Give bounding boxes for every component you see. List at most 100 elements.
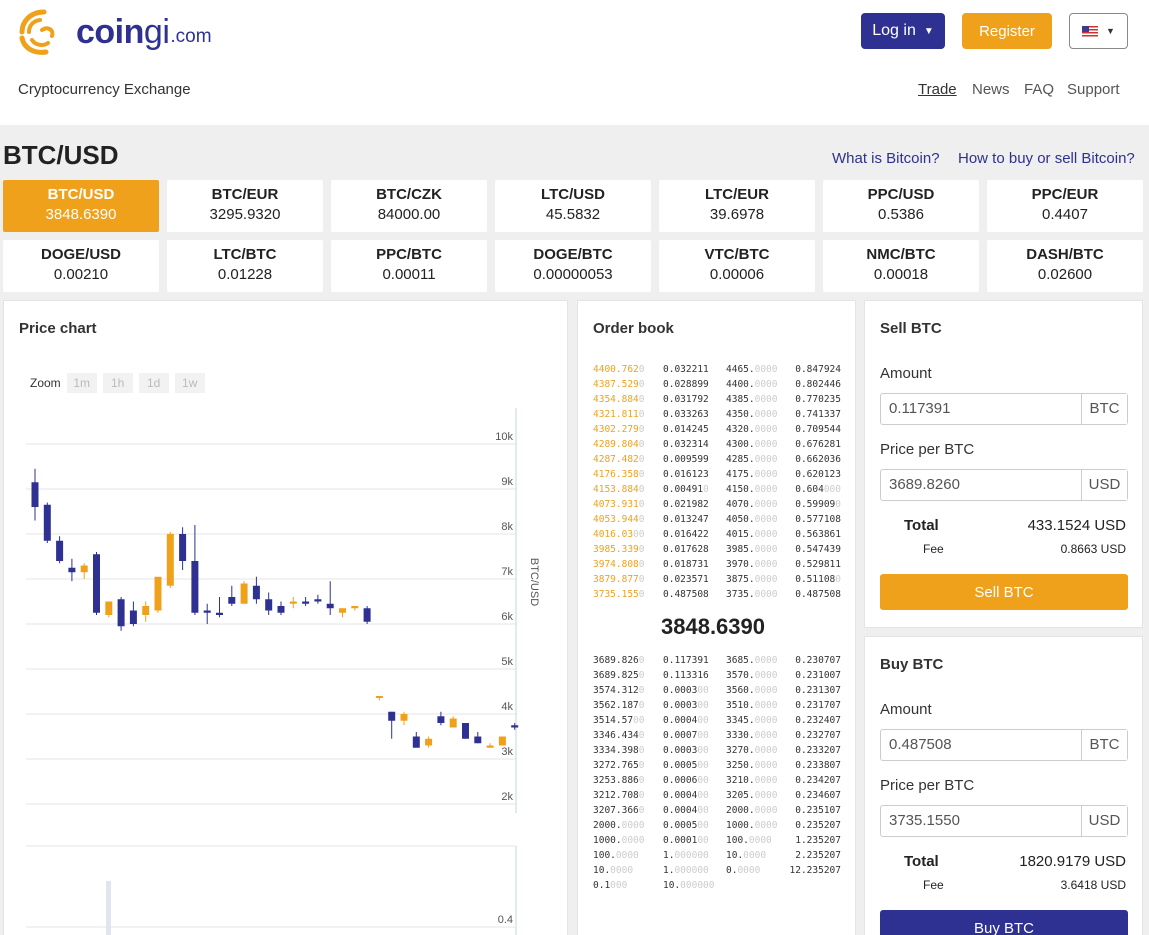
sell-price-unit: USD bbox=[1081, 470, 1127, 500]
buy-btc-button[interactable]: Buy BTC bbox=[880, 910, 1128, 935]
market-tile-price: 0.00006 bbox=[709, 266, 765, 283]
order-book-cell: 0.802446 bbox=[795, 379, 841, 390]
buy-price-input[interactable]: 3735.1550 USD bbox=[880, 805, 1128, 837]
order-book-cell: 1.000000 bbox=[663, 850, 709, 861]
register-button[interactable]: Register bbox=[962, 13, 1052, 49]
sell-price-input[interactable]: 3689.8260 USD bbox=[880, 469, 1128, 501]
order-book-cell: 2000.0000 bbox=[593, 820, 645, 831]
order-book-cell: 0.017628 bbox=[663, 544, 709, 555]
sell-btc-button[interactable]: Sell BTC bbox=[880, 574, 1128, 610]
volume-bar bbox=[106, 881, 111, 935]
market-tile[interactable]: BTC/CZK 84000.00 bbox=[331, 180, 487, 232]
order-book-cell: 0.000700 bbox=[663, 730, 709, 741]
market-tile[interactable]: PPC/EUR 0.4407 bbox=[987, 180, 1143, 232]
candle-body bbox=[412, 736, 420, 748]
sell-price-value[interactable]: 3689.8260 bbox=[881, 470, 1081, 500]
order-book-cell: 0.000400 bbox=[663, 790, 709, 801]
market-tile-pair: PPC/USD bbox=[867, 186, 935, 203]
nav-news[interactable]: News bbox=[972, 81, 1010, 98]
caret-down-icon: ▼ bbox=[1106, 26, 1115, 36]
buy-amount-value[interactable]: 0.487508 bbox=[881, 730, 1081, 760]
order-book-cell: 0.233807 bbox=[795, 760, 841, 771]
order-book-cell: 4387.5290 bbox=[593, 379, 645, 390]
order-book-cell: 0.529811 bbox=[795, 559, 841, 570]
buy-title: Buy BTC bbox=[880, 656, 944, 673]
nav-trade[interactable]: Trade bbox=[918, 81, 957, 98]
sell-fee-value: 0.8663 USD bbox=[1060, 542, 1126, 556]
buy-price-label: Price per BTC bbox=[880, 777, 975, 794]
buy-amount-input[interactable]: 0.487508 BTC bbox=[880, 729, 1128, 761]
y-tick-label: 9k bbox=[501, 476, 513, 488]
candle-body bbox=[93, 554, 100, 613]
candle-body bbox=[425, 738, 433, 746]
order-book-cell: 4073.9310 bbox=[593, 499, 645, 510]
candle-body bbox=[80, 565, 88, 573]
order-book-cell: 0.770235 bbox=[795, 394, 841, 405]
sell-amount-value[interactable]: 0.117391 bbox=[881, 394, 1081, 424]
login-label: Log in bbox=[872, 22, 916, 39]
market-tile[interactable]: BTC/USD 3848.6390 bbox=[3, 180, 159, 232]
order-book-cell: 0.235107 bbox=[795, 805, 841, 816]
logo-wordmark: coingi bbox=[76, 12, 170, 51]
market-tile[interactable]: BTC/EUR 3295.9320 bbox=[167, 180, 323, 232]
candle-body bbox=[437, 716, 445, 723]
order-book-cell: 0.0000 bbox=[726, 865, 761, 876]
order-book-cell: 4070.0000 bbox=[726, 499, 778, 510]
candlestick-chart[interactable]: 10k 9k 8k 7k 6k 5k 4k 3k 2k BTC/USD 0.4 bbox=[4, 301, 569, 935]
market-tile[interactable]: PPC/BTC 0.00011 bbox=[331, 240, 487, 292]
order-book-cell: 0.577108 bbox=[795, 514, 841, 525]
candle-body bbox=[474, 736, 482, 744]
market-tile[interactable]: NMC/BTC 0.00018 bbox=[823, 240, 979, 292]
order-book-cell: 0.014245 bbox=[663, 424, 709, 435]
market-tile-price: 0.5386 bbox=[878, 206, 924, 223]
order-book-cell: 0.004910 bbox=[663, 484, 709, 495]
order-book-cell: 2000.0000 bbox=[726, 805, 778, 816]
market-tile[interactable]: VTC/BTC 0.00006 bbox=[659, 240, 815, 292]
order-book-cell: 0.487508 bbox=[795, 589, 841, 600]
market-tile[interactable]: PPC/USD 0.5386 bbox=[823, 180, 979, 232]
y-tick-label: 2k bbox=[501, 791, 513, 803]
order-book-cell: 4321.8110 bbox=[593, 409, 645, 420]
order-book-cell: 0.016422 bbox=[663, 529, 709, 540]
sell-amount-label: Amount bbox=[880, 365, 932, 382]
logo-swirl-icon bbox=[18, 8, 68, 56]
what-is-bitcoin-link[interactable]: What is Bitcoin? bbox=[832, 150, 940, 167]
order-book-cell: 3253.8860 bbox=[593, 775, 645, 786]
buy-price-value[interactable]: 3735.1550 bbox=[881, 806, 1081, 836]
market-tile[interactable]: LTC/USD 45.5832 bbox=[495, 180, 651, 232]
candle-body bbox=[289, 601, 297, 604]
order-book-cell: 3205.0000 bbox=[726, 790, 778, 801]
login-button[interactable]: Log in ▼ bbox=[861, 13, 945, 49]
nav-support[interactable]: Support bbox=[1067, 81, 1120, 98]
order-book-cell: 2.235207 bbox=[795, 850, 841, 861]
market-tile[interactable]: LTC/BTC 0.01228 bbox=[167, 240, 323, 292]
order-book-cell: 3875.0000 bbox=[726, 574, 778, 585]
market-tile[interactable]: DOGE/USD 0.00210 bbox=[3, 240, 159, 292]
language-selector[interactable]: ▼ bbox=[1069, 13, 1128, 49]
market-tile-pair: LTC/USD bbox=[541, 186, 605, 203]
order-book-cell: 0.000300 bbox=[663, 700, 709, 711]
order-book-panel: Order book 3848.6390 4400.7620 0.032211 43… bbox=[577, 300, 856, 935]
order-book-cell: 4385.0000 bbox=[726, 394, 778, 405]
order-book-cell: 3970.0000 bbox=[726, 559, 778, 570]
order-book-cell: 4289.8040 bbox=[593, 439, 645, 450]
market-tile[interactable]: DOGE/BTC 0.00000053 bbox=[495, 240, 651, 292]
nav-faq[interactable]: FAQ bbox=[1024, 81, 1054, 98]
coingi-logo[interactable]: coingi .com bbox=[18, 8, 212, 56]
market-tile[interactable]: DASH/BTC 0.02600 bbox=[987, 240, 1143, 292]
how-to-buy-link[interactable]: How to buy or sell Bitcoin? bbox=[958, 150, 1135, 167]
sell-amount-input[interactable]: 0.117391 BTC bbox=[880, 393, 1128, 425]
market-tile-pair: DOGE/USD bbox=[40, 246, 121, 263]
market-tile-pair: BTC/CZK bbox=[376, 186, 442, 203]
candle-body bbox=[462, 723, 469, 739]
page-title: BTC/USD bbox=[3, 140, 119, 170]
market-tile-pair: DOGE/BTC bbox=[533, 246, 613, 263]
buy-price-unit: USD bbox=[1081, 806, 1127, 836]
order-book-cell: 0.231707 bbox=[795, 700, 841, 711]
market-tile[interactable]: LTC/EUR 39.6978 bbox=[659, 180, 815, 232]
candle-body bbox=[154, 576, 162, 611]
order-book-cell: 0.000300 bbox=[663, 745, 709, 756]
market-tile-price: 0.00000053 bbox=[533, 266, 613, 283]
order-book-cell: 3345.0000 bbox=[726, 715, 778, 726]
candle-body bbox=[191, 561, 199, 613]
